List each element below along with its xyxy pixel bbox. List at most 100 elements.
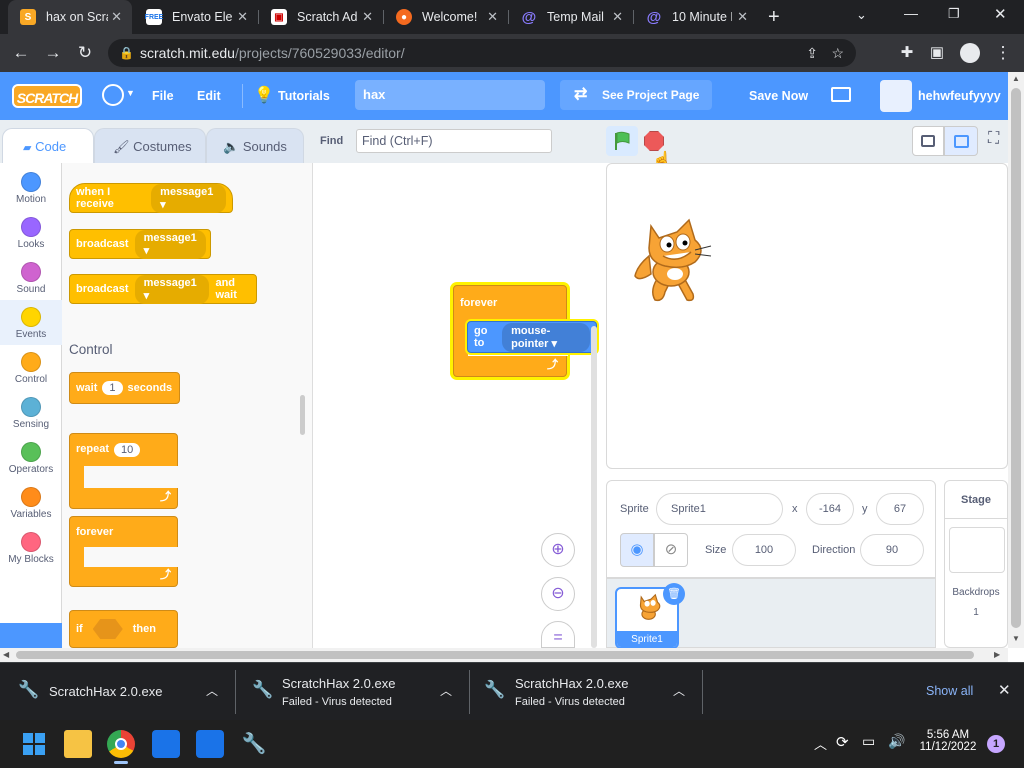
taskbar-clock[interactable]: 5:56 AM 11/12/2022 bbox=[918, 729, 978, 753]
browser-tab[interactable]: ▣ Scratch Addons ✕ bbox=[259, 0, 383, 34]
close-tab-icon[interactable]: ✕ bbox=[737, 9, 748, 25]
tab-search-chevron-icon[interactable]: ⌄ bbox=[856, 7, 867, 23]
category-variables[interactable]: Variables bbox=[0, 480, 62, 525]
stage-target-panel[interactable]: Stage Backdrops 1 bbox=[944, 480, 1008, 648]
scroll-up-icon[interactable]: ▲ bbox=[1012, 74, 1020, 83]
scroll-down-icon[interactable]: ▼ bbox=[1012, 634, 1020, 643]
close-tab-icon[interactable]: ✕ bbox=[487, 9, 498, 25]
side-panel-icon[interactable]: ▣ bbox=[926, 42, 948, 64]
workspace-go-to-block[interactable]: go to mouse-pointer ▾ bbox=[467, 321, 597, 353]
zoom-in-icon[interactable]: ⊕ bbox=[541, 533, 575, 567]
direction-input[interactable]: 90 bbox=[860, 534, 924, 566]
show-sprite-eye-icon[interactable]: ◉ bbox=[620, 533, 654, 567]
category-sound[interactable]: Sound bbox=[0, 255, 62, 300]
notification-badge[interactable]: 1 bbox=[987, 735, 1005, 753]
restore-window-icon[interactable]: ❐ bbox=[948, 6, 960, 22]
virtualbox-icon[interactable] bbox=[152, 730, 180, 758]
language-globe-icon[interactable] bbox=[102, 84, 124, 106]
block-if-then[interactable]: if then bbox=[69, 610, 178, 648]
scroll-left-icon[interactable]: ◀ bbox=[3, 650, 9, 659]
download-item[interactable]: 🔧 ScratchHax 2.0.exe Failed - Virus dete… bbox=[470, 662, 702, 720]
fullscreen-icon[interactable]: ⛶ bbox=[988, 130, 999, 148]
close-download-shelf-icon[interactable]: ✕ bbox=[998, 681, 1011, 699]
script-workspace[interactable]: forever ⤴ go to mouse-pointer ▾ bbox=[312, 163, 598, 648]
extensions-puzzle-icon[interactable]: ✚ bbox=[896, 42, 918, 64]
size-input[interactable]: 100 bbox=[732, 534, 796, 566]
green-flag-button[interactable] bbox=[606, 126, 638, 156]
page-horizontal-scrollbar[interactable]: ◀ ▶ bbox=[0, 648, 1008, 662]
close-tab-icon[interactable]: ✕ bbox=[237, 9, 248, 25]
see-project-page-button[interactable]: ⇄ See Project Page bbox=[560, 80, 712, 110]
profile-avatar-icon[interactable] bbox=[960, 43, 980, 63]
installer-taskbar-icon[interactable]: 🔧 bbox=[240, 730, 268, 758]
chrome-taskbar-icon[interactable] bbox=[107, 730, 135, 758]
tutorials-menu[interactable]: Tutorials bbox=[278, 72, 330, 120]
browser-tab-active[interactable]: S hax on Scratch ✕ bbox=[8, 0, 132, 34]
cat-sprite[interactable] bbox=[629, 216, 715, 306]
block-repeat[interactable]: repeat 10 ⤴ bbox=[69, 433, 180, 509]
network-icon[interactable]: ▭ bbox=[862, 733, 875, 750]
block-broadcast[interactable]: broadcast message1 ▾ bbox=[69, 229, 211, 259]
x-input[interactable]: -164 bbox=[806, 493, 854, 525]
message-dropdown[interactable]: message1 ▾ bbox=[134, 229, 206, 259]
close-tab-icon[interactable]: ✕ bbox=[111, 9, 122, 25]
category-motion[interactable]: Motion bbox=[0, 165, 62, 210]
horizontal-scroll-thumb[interactable] bbox=[16, 651, 974, 659]
show-all-downloads-link[interactable]: Show all bbox=[926, 684, 973, 698]
user-avatar[interactable] bbox=[880, 80, 912, 112]
go-to-target-dropdown[interactable]: mouse-pointer ▾ bbox=[502, 322, 590, 352]
block-wait[interactable]: wait 1 seconds bbox=[69, 372, 180, 404]
message-dropdown[interactable]: message1 ▾ bbox=[134, 274, 210, 304]
download-item[interactable]: 🔧 ScratchHax 2.0.exe ︿ bbox=[0, 662, 234, 720]
windows-start-icon[interactable] bbox=[20, 730, 48, 758]
file-menu[interactable]: File bbox=[152, 72, 174, 120]
block-forever[interactable]: forever ⤴ bbox=[69, 516, 180, 587]
page-vertical-scrollbar[interactable]: ▲ ▼ bbox=[1008, 72, 1024, 648]
close-tab-icon[interactable]: ✕ bbox=[362, 9, 373, 25]
browser-tab[interactable]: FREE Envato Elements ✕ bbox=[134, 0, 258, 34]
volume-icon[interactable]: 🔊 bbox=[888, 733, 905, 750]
back-icon[interactable]: ← bbox=[10, 42, 32, 64]
tray-overflow-chevron-icon[interactable]: ︿ bbox=[814, 734, 827, 753]
chrome-menu-icon[interactable]: ⋮ bbox=[992, 42, 1014, 64]
download-options-chevron-icon[interactable]: ︿ bbox=[440, 682, 452, 699]
sync-warning-icon[interactable]: ⟳ bbox=[836, 733, 849, 751]
category-looks[interactable]: Looks bbox=[0, 210, 62, 255]
repeat-value-input[interactable]: 10 bbox=[114, 443, 141, 457]
block-when-i-receive[interactable]: when I receive message1 ▾ bbox=[69, 183, 233, 213]
browser-tab[interactable]: @ 10 Minute Mail ✕ bbox=[634, 0, 758, 34]
message-dropdown[interactable]: message1 ▾ bbox=[151, 183, 226, 213]
large-stage-button[interactable] bbox=[944, 126, 978, 156]
tab-sounds[interactable]: 🔈 Sounds bbox=[206, 128, 304, 163]
palette-scrollbar[interactable] bbox=[300, 395, 305, 435]
file-explorer-icon[interactable] bbox=[64, 730, 92, 758]
delete-sprite-trash-icon[interactable]: 🗑 bbox=[663, 583, 685, 605]
my-stuff-folder-icon[interactable] bbox=[831, 87, 851, 102]
stage-thumbnail[interactable] bbox=[949, 527, 1005, 573]
small-stage-button[interactable] bbox=[912, 126, 944, 156]
category-my-blocks[interactable]: My Blocks bbox=[0, 525, 62, 570]
stage-canvas[interactable] bbox=[606, 163, 1008, 469]
tab-costumes[interactable]: 🖌 Costumes bbox=[94, 128, 206, 163]
block-broadcast-and-wait[interactable]: broadcast message1 ▾ and wait bbox=[69, 274, 257, 304]
category-control[interactable]: Control bbox=[0, 345, 62, 390]
workspace-scrollbar[interactable] bbox=[591, 326, 597, 648]
category-events[interactable]: Events bbox=[0, 300, 62, 345]
browser-tab[interactable]: @ Temp Mail ✕ bbox=[509, 0, 633, 34]
project-title-input[interactable]: hax bbox=[355, 80, 545, 110]
add-extension-button[interactable] bbox=[0, 623, 62, 648]
bookmark-star-icon[interactable]: ☆ bbox=[831, 39, 844, 67]
hide-sprite-eye-slash-icon[interactable]: ⊘ bbox=[654, 533, 688, 567]
find-input[interactable]: Find (Ctrl+F) bbox=[356, 129, 552, 153]
download-options-chevron-icon[interactable]: ︿ bbox=[206, 682, 218, 699]
zoom-reset-icon[interactable]: = bbox=[541, 621, 575, 648]
username[interactable]: hehwfeufyyyy bbox=[918, 72, 1001, 120]
sprite-name-input[interactable]: Sprite1 bbox=[656, 493, 783, 525]
share-icon[interactable]: ⇪ bbox=[806, 39, 818, 67]
close-window-icon[interactable]: ✕ bbox=[994, 5, 1007, 23]
minimize-icon[interactable]: — bbox=[904, 5, 918, 21]
browser-tab[interactable]: ● Welcome! ✕ bbox=[384, 0, 508, 34]
address-bar[interactable]: 🔒 scratch.mit.edu/projects/760529033/edi… bbox=[108, 39, 856, 67]
zoom-out-icon[interactable]: ⊖ bbox=[541, 577, 575, 611]
category-operators[interactable]: Operators bbox=[0, 435, 62, 480]
